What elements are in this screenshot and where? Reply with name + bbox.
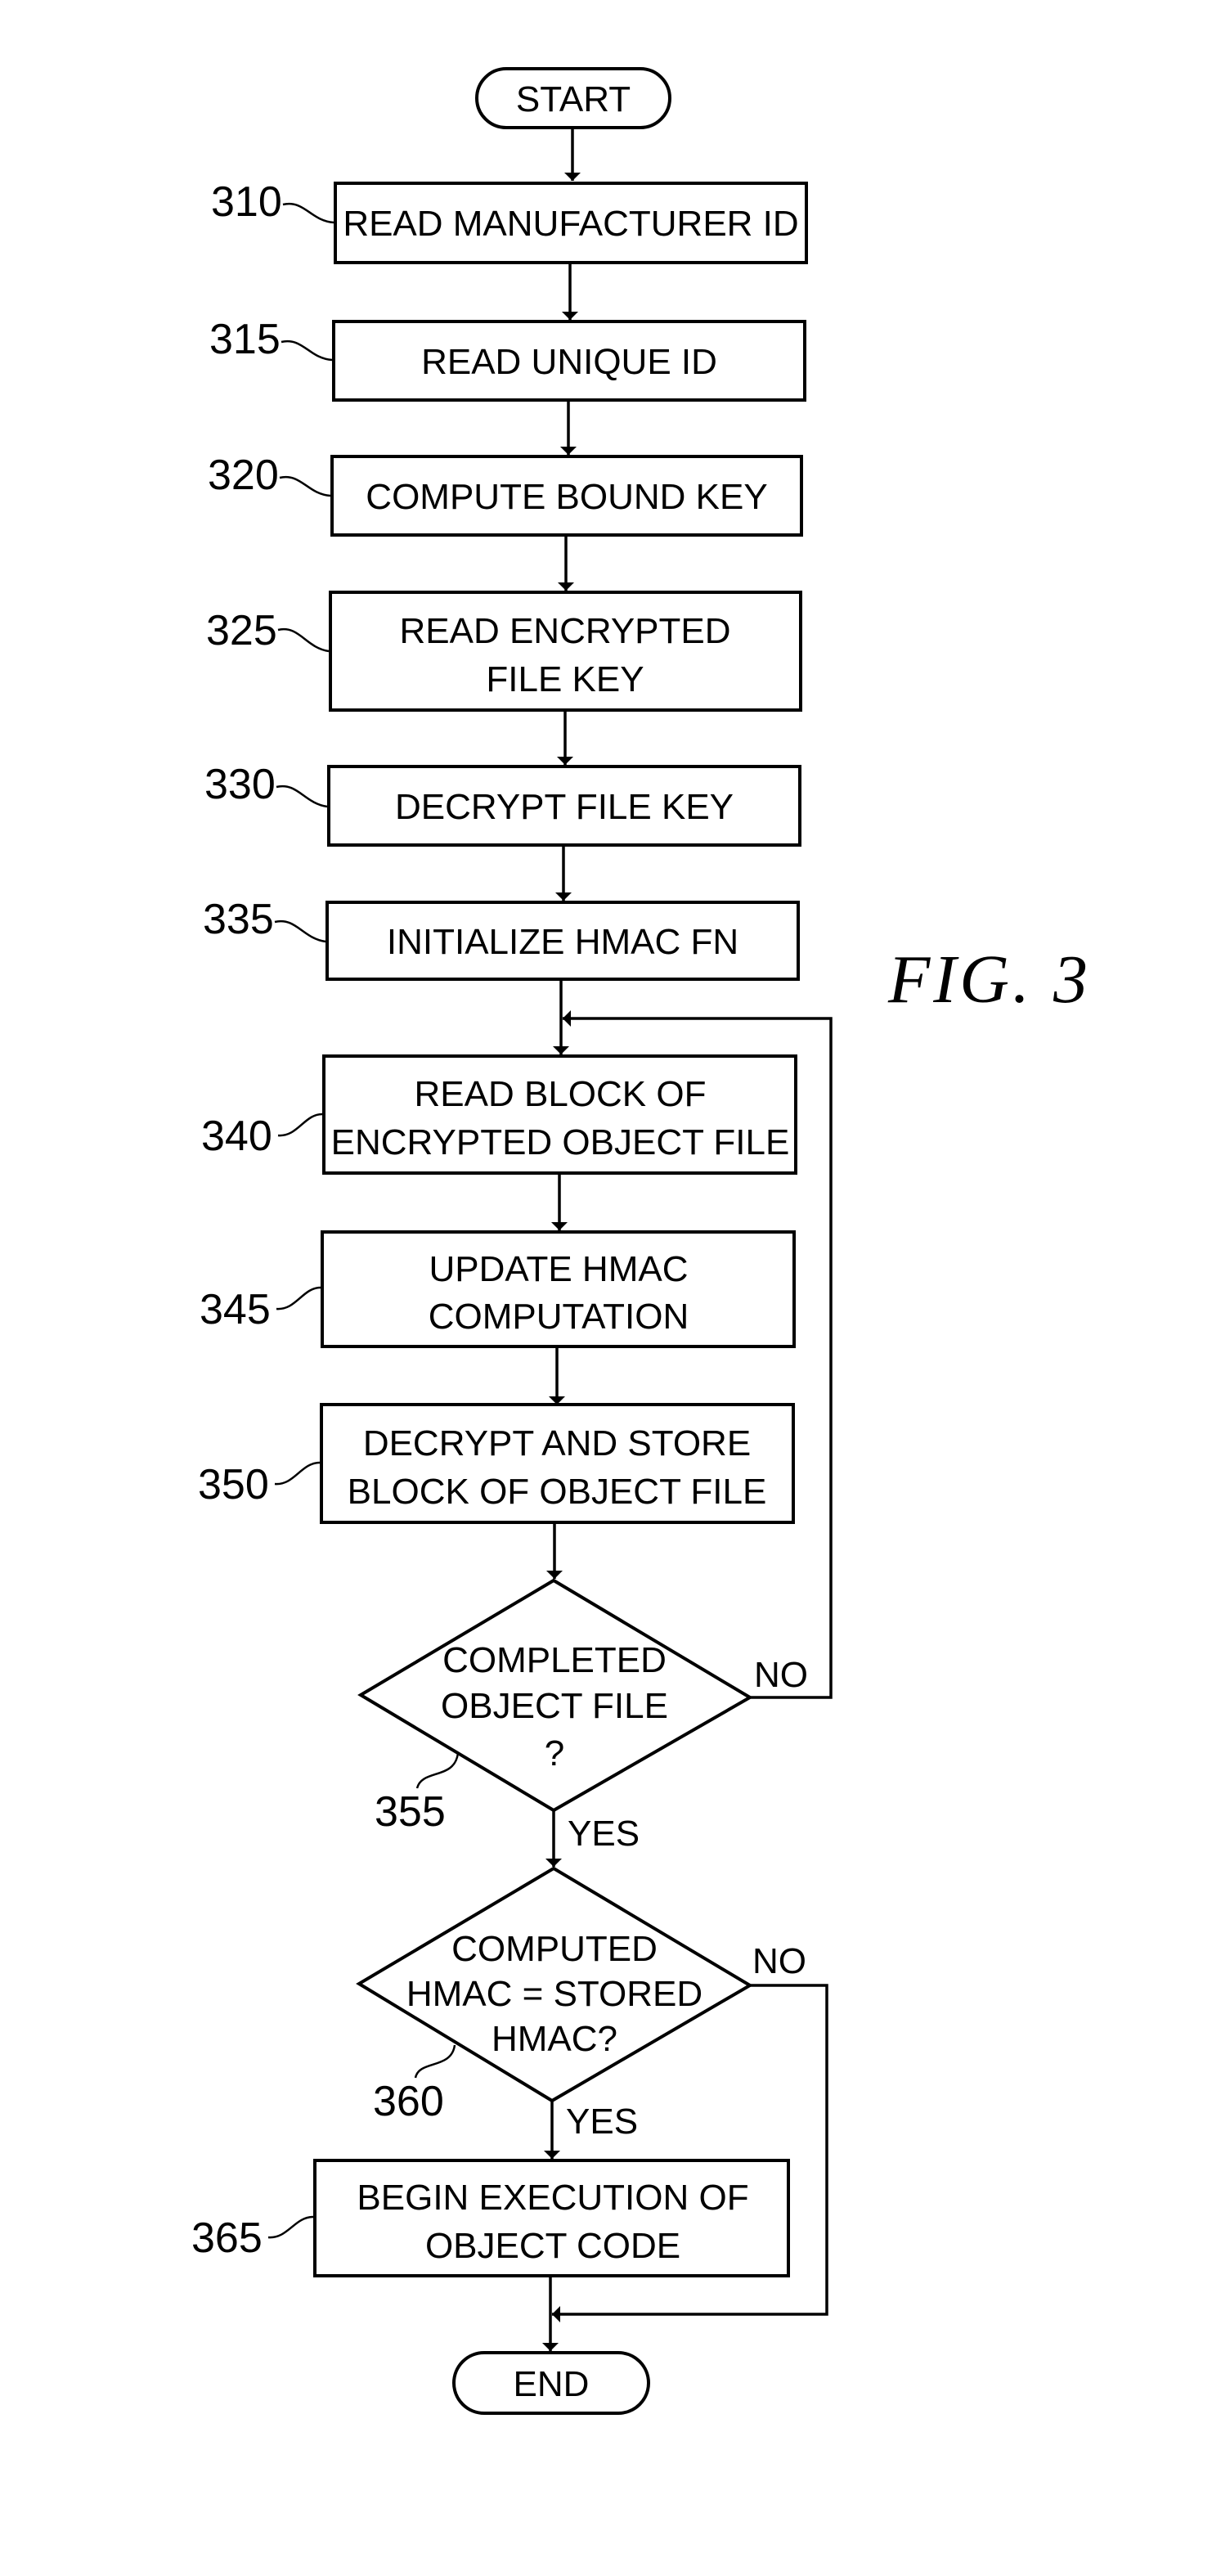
step-315: READ UNIQUE ID 315 <box>209 316 806 402</box>
ref-360-leader <box>414 2044 456 2079</box>
ref-345: 345 <box>200 1286 271 1333</box>
decision-355-no-label: NO <box>754 1655 808 1695</box>
decision-360-label-line1: COMPUTED <box>451 1929 658 1969</box>
start-label: START <box>516 79 631 119</box>
decision-360: COMPUTED HMAC = STORED HMAC? 360 NO YES <box>356 1866 806 2142</box>
step-365: BEGIN EXECUTION OF OBJECT CODE 365 <box>191 2159 790 2277</box>
step-345: UPDATE HMAC COMPUTATION 345 <box>200 1230 796 1348</box>
ref-340: 340 <box>201 1113 272 1160</box>
step-335-label: INITIALIZE HMAC FN <box>387 922 738 962</box>
decision-355-label-line2: OBJECT FILE <box>441 1686 668 1726</box>
ref-315-leader <box>281 339 333 362</box>
step-340: READ BLOCK OF ENCRYPTED OBJECT FILE 340 <box>201 1054 797 1175</box>
decision-355-label-line1: COMPLETED <box>442 1640 667 1680</box>
decision-355: COMPLETED OBJECT FILE ? 355 NO YES <box>357 1578 808 1854</box>
ref-355: 355 <box>375 1788 446 1836</box>
ref-310: 310 <box>211 178 282 226</box>
ref-355-leader <box>415 1752 460 1789</box>
ref-325-leader <box>277 627 330 653</box>
end-terminal: END <box>452 2351 650 2415</box>
step-310: READ MANUFACTURER ID 310 <box>211 178 808 264</box>
ref-365: 365 <box>191 2214 263 2262</box>
step-345-label-line1: UPDATE HMAC <box>429 1249 689 1289</box>
ref-330-leader <box>276 784 328 808</box>
ref-330: 330 <box>204 761 276 808</box>
ref-320: 320 <box>208 452 279 499</box>
step-325-label-line2: FILE KEY <box>486 659 644 699</box>
figure-title: FIG. 3 <box>887 942 1091 1018</box>
step-320: COMPUTE BOUND KEY 320 <box>208 452 803 537</box>
step-310-label: READ MANUFACTURER ID <box>343 204 798 244</box>
step-365-label-line1: BEGIN EXECUTION OF <box>357 2178 748 2218</box>
decision-355-yes-label: YES <box>568 1814 640 1854</box>
ref-320-leader <box>279 475 331 497</box>
step-330: DECRYPT FILE KEY 330 <box>204 761 801 847</box>
ref-345-leader <box>276 1286 321 1310</box>
step-340-label-line2: ENCRYPTED OBJECT FILE <box>331 1122 790 1162</box>
ref-310-leader <box>282 202 334 224</box>
step-340-label-line1: READ BLOCK OF <box>415 1074 707 1114</box>
ref-360: 360 <box>373 2078 444 2125</box>
ref-325: 325 <box>206 607 277 654</box>
step-325: READ ENCRYPTED FILE KEY 325 <box>206 591 802 712</box>
decision-360-label-line3: HMAC? <box>492 2019 617 2059</box>
ref-335-leader <box>274 919 326 943</box>
step-315-label: READ UNIQUE ID <box>421 342 717 382</box>
step-350-label-line1: DECRYPT AND STORE <box>363 1423 751 1463</box>
decision-360-yes-label: YES <box>566 2102 638 2142</box>
start-terminal: START <box>475 67 671 129</box>
decision-360-label-line2: HMAC = STORED <box>406 1974 703 2014</box>
step-330-label: DECRYPT FILE KEY <box>395 787 734 827</box>
step-365-label-line2: OBJECT CODE <box>425 2226 680 2266</box>
ref-335: 335 <box>203 896 274 943</box>
flowchart-diagram: START READ MANUFACTURER ID 310 READ UNIQ… <box>191 67 1091 2415</box>
end-label: END <box>514 2364 590 2404</box>
decision-360-no-label: NO <box>752 1941 806 1981</box>
step-320-label: COMPUTE BOUND KEY <box>366 477 767 517</box>
step-335: INITIALIZE HMAC FN 335 <box>203 896 800 981</box>
ref-340-leader <box>277 1113 323 1137</box>
step-350: DECRYPT AND STORE BLOCK OF OBJECT FILE 3… <box>198 1403 795 1524</box>
step-325-label-line1: READ ENCRYPTED <box>399 611 730 651</box>
step-345-label-line2: COMPUTATION <box>429 1297 689 1337</box>
ref-350-leader <box>274 1461 321 1486</box>
ref-365-leader <box>267 2215 314 2239</box>
decision-355-label-line3: ? <box>545 1733 564 1774</box>
step-350-label-line2: BLOCK OF OBJECT FILE <box>348 1472 767 1512</box>
ref-315: 315 <box>209 316 281 363</box>
ref-350: 350 <box>198 1461 269 1508</box>
